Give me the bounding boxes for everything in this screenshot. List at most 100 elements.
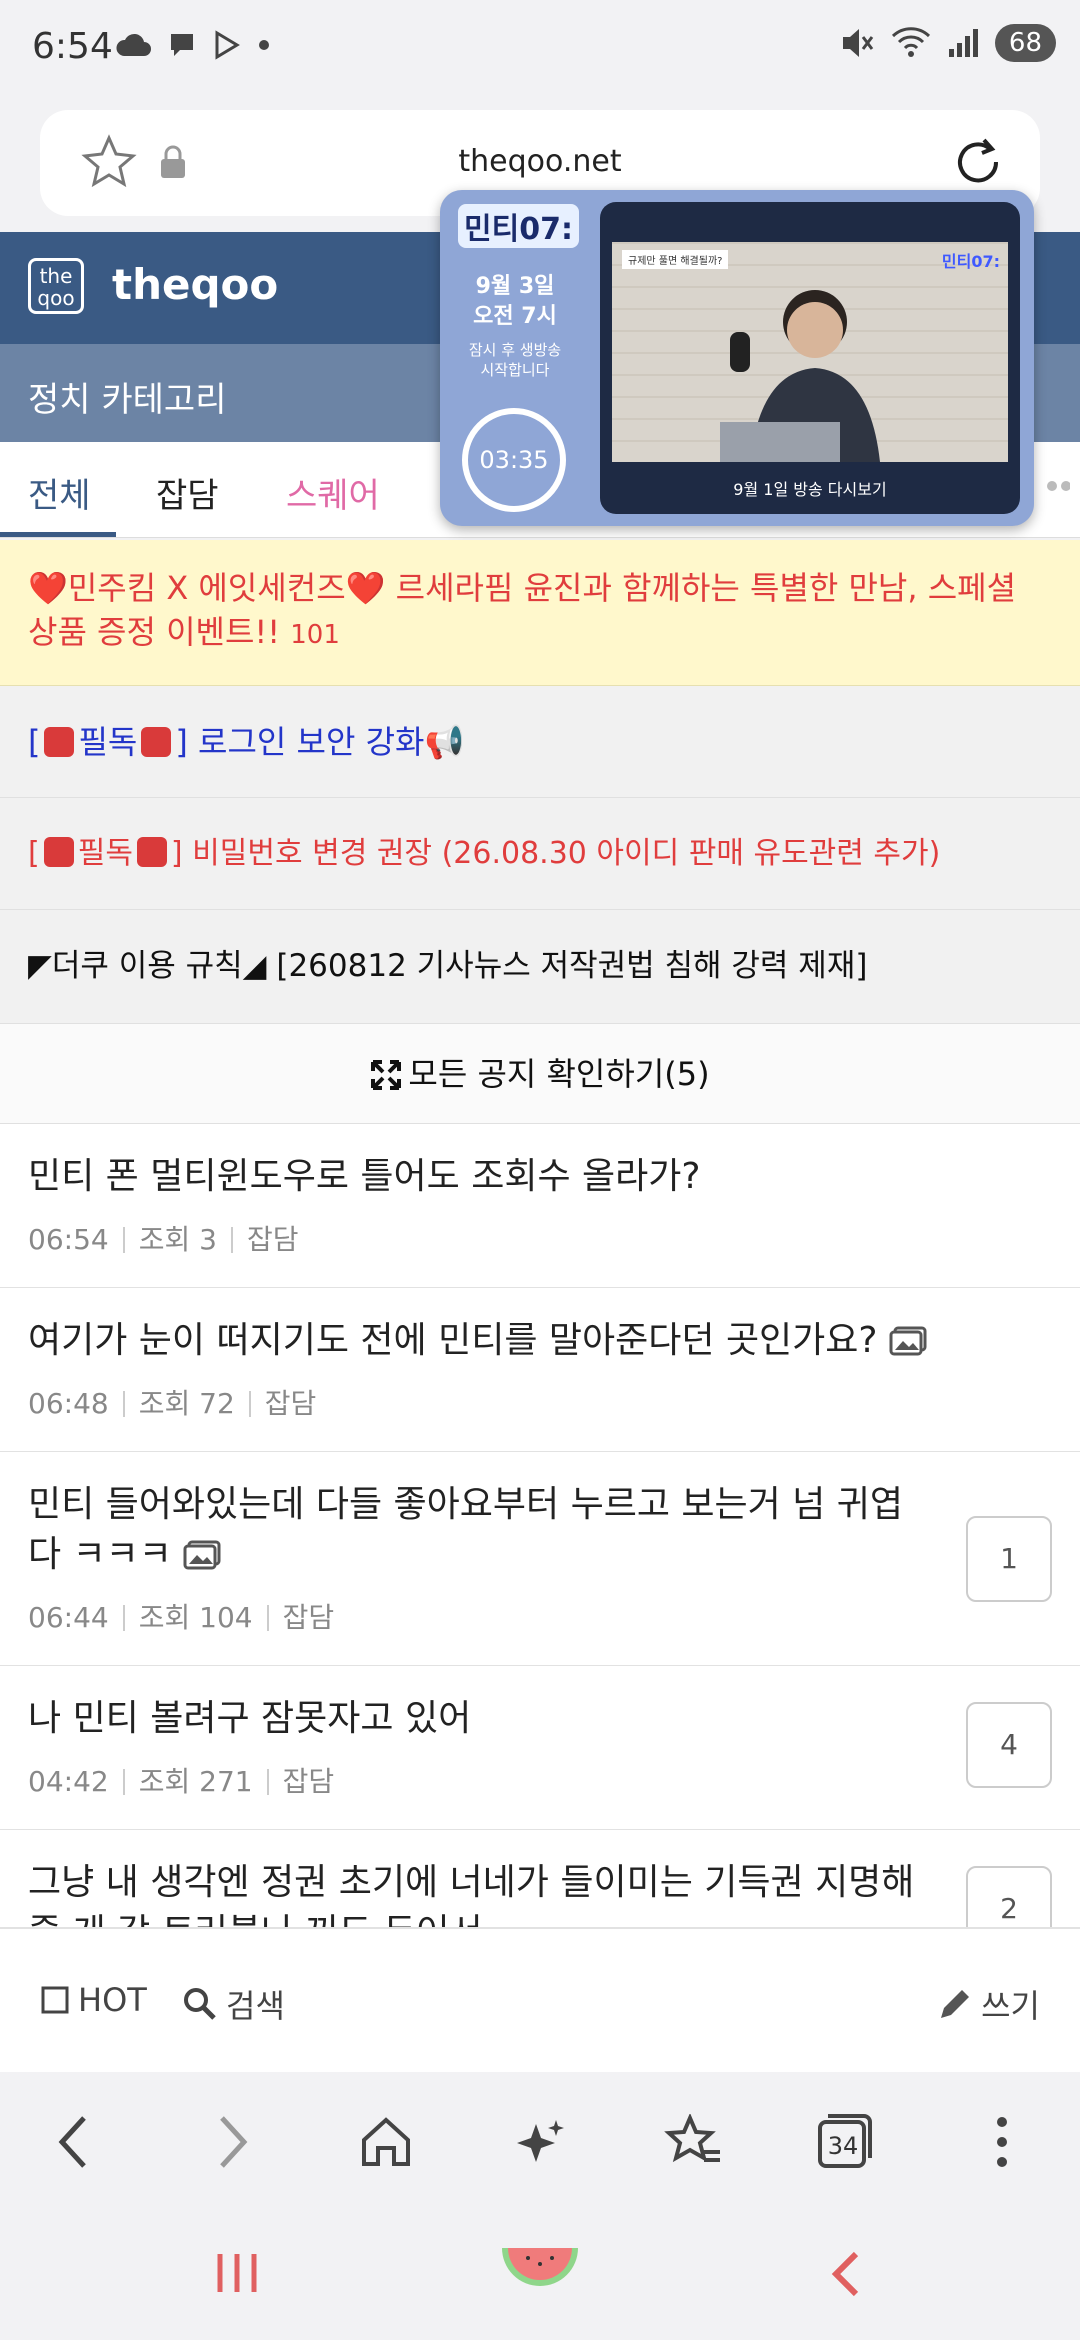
- reload-icon[interactable]: [948, 132, 1008, 192]
- tabs-button[interactable]: 34: [816, 2112, 876, 2172]
- back-button[interactable]: [44, 2112, 104, 2172]
- url-text[interactable]: theqoo.net: [40, 144, 1040, 179]
- status-right: 68: [839, 24, 1056, 62]
- presenter-image: [720, 290, 880, 462]
- category-title: 정치 카테고리: [28, 380, 227, 420]
- site-logo[interactable]: the qoo: [28, 258, 84, 314]
- broadcast-date-line2: 오전 7시: [473, 304, 557, 329]
- post-time: 06:44: [28, 1601, 109, 1634]
- home-button[interactable]: [356, 2112, 416, 2172]
- chevron-left-icon: [58, 2116, 86, 2168]
- tab-chat[interactable]: 잡담: [156, 468, 219, 517]
- write-label[interactable]: 쓰기: [981, 1981, 1040, 2027]
- comment-count-button[interactable]: 2: [966, 1866, 1052, 1927]
- comment-count-button[interactable]: 1: [966, 1516, 1052, 1602]
- post-item[interactable]: 나 민티 볼려구 잠못자고 있어 04:42 조회 271 잡담 4: [0, 1666, 1080, 1830]
- bookmark-star-icon[interactable]: [80, 134, 138, 192]
- post-time: 04:42: [28, 1765, 109, 1798]
- view-all-notices-button[interactable]: 모든 공지 확인하기(5): [0, 1024, 1080, 1124]
- image-attachment-icon: [183, 1540, 221, 1570]
- notice-text[interactable]: ] 로그인 보안 강화📢: [175, 723, 464, 761]
- battery-indicator: 68: [994, 24, 1056, 62]
- post-item[interactable]: 민티 폰 멀티윈도우로 틀어도 조회수 올라가? 06:54 조회 3 잡담: [0, 1124, 1080, 1288]
- search-button[interactable]: 검색: [182, 1981, 285, 2027]
- notice-login-security[interactable]: [ 필독 ] 로그인 보안 강화📢: [0, 686, 1080, 798]
- hot-filter-button[interactable]: HOT: [40, 1981, 147, 2019]
- hot-label[interactable]: HOT: [78, 1981, 147, 2019]
- notice-tag: 필독: [77, 836, 133, 871]
- chevron-right-icon: [220, 2116, 248, 2168]
- site-name[interactable]: theqoo: [112, 260, 278, 309]
- cloud-icon: [116, 33, 151, 56]
- post-category: 잡담: [282, 1765, 335, 1798]
- image-attachment-icon: [889, 1326, 927, 1356]
- notice-rules[interactable]: ◤더쿠 이용 규칙◢ [260812 기사뉴스 저작권법 침해 강력 제재]: [0, 910, 1080, 1024]
- notice-event[interactable]: ❤️민주킴 X 에잇세컨즈❤️ 르세라핌 윤진과 함께하는 특별한 만남, 스페…: [0, 540, 1080, 686]
- siren-icon: [141, 727, 172, 757]
- bookmarks-button[interactable]: [664, 2112, 724, 2172]
- post-time: 06:54: [28, 1223, 109, 1256]
- notice-event-text[interactable]: ❤️민주킴 X 에잇세컨즈❤️ 르세라핌 윤진과 함께하는 특별한 만남, 스페…: [28, 569, 1016, 651]
- post-title[interactable]: 그냥 내 생각엔 정권 초기에 너네가 들이미는 기득권 지명해줄 게 각 트러…: [28, 1858, 928, 1927]
- siren-icon: [43, 837, 74, 867]
- search-icon: [184, 1988, 216, 2020]
- notice-tag: 필독: [78, 723, 138, 761]
- post-title[interactable]: 나 민티 볼려구 잠못자고 있어: [28, 1694, 928, 1744]
- post-title[interactable]: 여기가 눈이 떠지기도 전에 민티를 말아준다던 곳인가요?: [28, 1316, 928, 1366]
- post-views: 조회 72: [138, 1387, 235, 1420]
- post-item[interactable]: 민티 들어와있는데 다들 좋아요부터 누르고 보는거 넘 귀엽다 ㅋㅋㅋ 06:…: [0, 1452, 1080, 1666]
- checkbox-icon[interactable]: [40, 1985, 70, 2015]
- siren-icon: [136, 837, 167, 867]
- comment-count-button[interactable]: 4: [966, 1702, 1052, 1788]
- post-title-text[interactable]: 민티 들어와있는데 다들 좋아요부터 누르고 보는거 넘 귀엽다 ㅋㅋㅋ: [28, 1484, 903, 1575]
- notice-event-count: 101: [290, 620, 340, 650]
- floating-video-player[interactable]: 민티07: 9월 3일 오전 7시 잠시 후 생방송 시작합니다 03:35 규…: [440, 190, 1034, 526]
- home-watermelon-icon[interactable]: [498, 2242, 582, 2292]
- broadcast-date: 9월 3일 오전 7시: [440, 272, 590, 332]
- pencil-icon: [941, 1990, 970, 2018]
- tab-count: 34: [827, 2132, 859, 2160]
- menu-button[interactable]: [972, 2112, 1032, 2172]
- view-all-notices-label[interactable]: 모든 공지 확인하기(5): [408, 1055, 709, 1093]
- post-category: 잡담: [246, 1223, 299, 1256]
- mute-icon: [842, 29, 874, 57]
- post-title[interactable]: 민티 폰 멀티윈도우로 틀어도 조회수 올라가?: [28, 1152, 928, 1202]
- post-views: 조회 3: [138, 1223, 217, 1256]
- search-label[interactable]: 검색: [226, 1981, 285, 2027]
- expand-icon: [371, 1060, 402, 1090]
- video-screen-logo: 민티07:: [941, 252, 1000, 271]
- video-logo: 민티07:: [458, 204, 579, 248]
- post-meta: 06:54 조회 3 잡담: [28, 1218, 298, 1258]
- post-category: 잡담: [282, 1601, 335, 1634]
- write-button[interactable]: 쓰기: [937, 1981, 1040, 2027]
- sparkle-icon: [517, 2120, 564, 2162]
- notice-password-change[interactable]: [ 필독 ] 비밀번호 변경 권장 (26.08.30 아이디 판매 유도관련 추가…: [0, 798, 1080, 910]
- post-meta: 06:48 조회 72 잡담: [28, 1382, 316, 1422]
- video-badge: 규제만 풀면 해결될까?: [622, 250, 729, 269]
- more-vertical-icon: [997, 2117, 1007, 2167]
- notice-bracket-open: [: [28, 836, 40, 871]
- ai-assistant-button[interactable]: [510, 2112, 570, 2172]
- tab-all[interactable]: 전체: [28, 468, 91, 517]
- broadcast-subtitle: 잠시 후 생방송 시작합니다: [440, 340, 590, 380]
- more-tabs-icon[interactable]: [1046, 480, 1070, 492]
- post-item[interactable]: 그냥 내 생각엔 정권 초기에 너네가 들이미는 기득권 지명해줄 게 각 트러…: [0, 1830, 1080, 1928]
- tab-square[interactable]: 스퀘어: [286, 468, 380, 517]
- post-title-text[interactable]: 여기가 눈이 떠지기도 전에 민티를 말아준다던 곳인가요?: [28, 1320, 878, 1361]
- notice-bracket-open: [: [28, 723, 41, 761]
- video-caption: 9월 1일 방송 다시보기: [733, 480, 887, 499]
- post-item[interactable]: 여기가 눈이 떠지기도 전에 민티를 말아준다던 곳인가요? 06:48 조회 7…: [0, 1288, 1080, 1452]
- notice-text[interactable]: ] 비밀번호 변경 권장 (26.08.30 아이디 판매 유도관련 추가): [171, 836, 940, 871]
- post-views: 조회 271: [138, 1765, 253, 1798]
- broadcast-date-line1: 9월 3일: [475, 274, 555, 299]
- system-navigation-bar: [0, 2212, 1080, 2340]
- dot-icon: [259, 40, 269, 50]
- forward-button[interactable]: [202, 2112, 262, 2172]
- post-title[interactable]: 민티 들어와있는데 다들 좋아요부터 누르고 보는거 넘 귀엽다 ㅋㅋㅋ: [28, 1480, 928, 1580]
- video-screen[interactable]: 규제만 풀면 해결될까? 민티07: 9월 1일 방송 다시보기: [600, 202, 1020, 514]
- countdown-timer: 03:35: [462, 408, 566, 512]
- post-meta: 04:42 조회 271 잡담: [28, 1760, 334, 1800]
- back-arrow-icon[interactable]: [826, 2250, 866, 2298]
- recent-apps-icon[interactable]: [214, 2250, 260, 2296]
- post-views: 조회 104: [138, 1601, 253, 1634]
